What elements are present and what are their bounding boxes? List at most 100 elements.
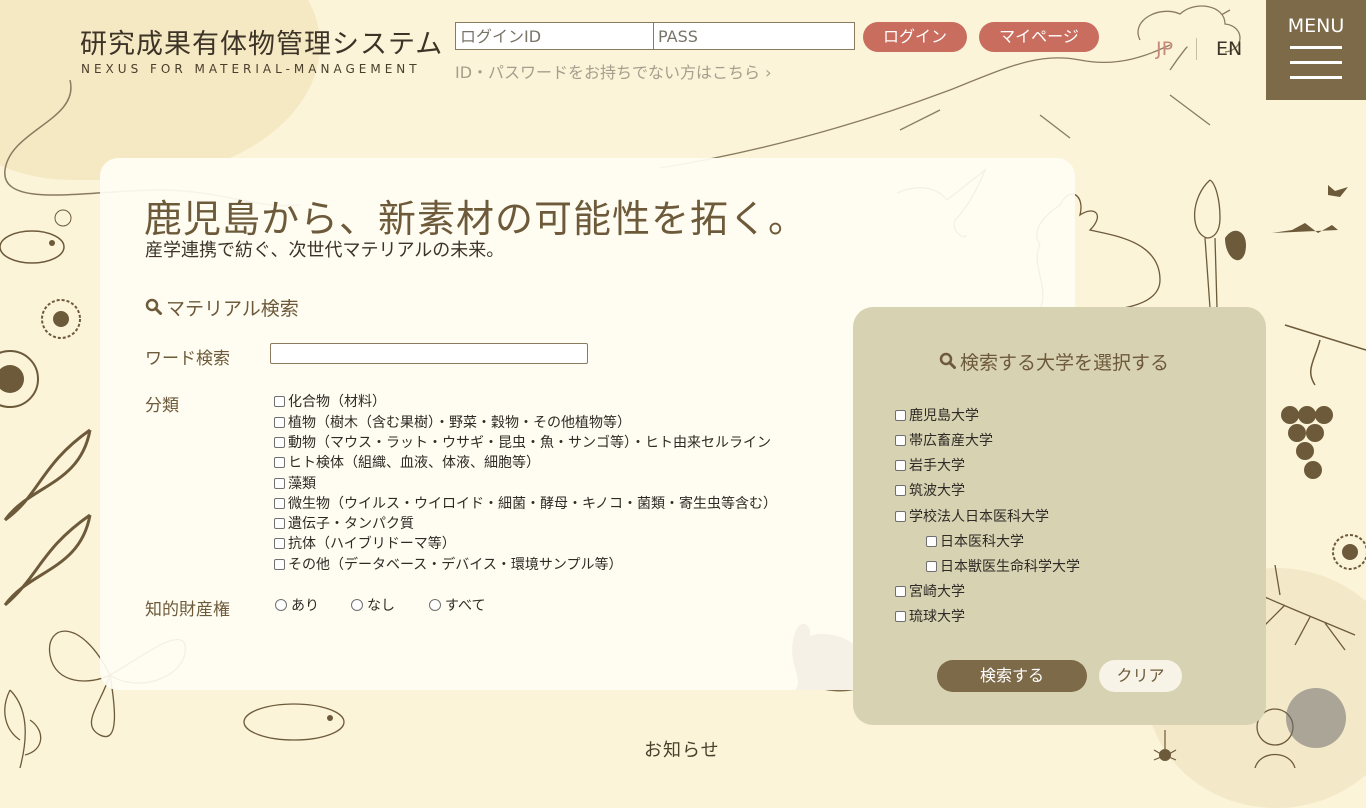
search-button[interactable]: 検索する bbox=[937, 660, 1087, 692]
checkbox[interactable] bbox=[274, 497, 285, 509]
spider-icon bbox=[1150, 730, 1180, 768]
site-title[interactable]: 研究成果有体物管理システム bbox=[80, 22, 443, 61]
checkbox[interactable] bbox=[274, 558, 285, 570]
university-label: 鹿児島大学 bbox=[909, 408, 979, 424]
category-option-label: 動物（マウス・ラット・ウサギ・昆虫・魚・サンゴ等）・ヒト由来セルライン bbox=[288, 435, 771, 451]
university-option[interactable]: 鹿児島大学 bbox=[895, 405, 979, 425]
ip-option-yes[interactable]: あり bbox=[275, 595, 319, 615]
notice-heading: お知らせ bbox=[644, 740, 720, 761]
checkbox[interactable] bbox=[274, 517, 285, 529]
category-option[interactable]: その他（データベース・デバイス・環境サンプル等） bbox=[274, 554, 622, 574]
category-option-label: その他（データベース・デバイス・環境サンプル等） bbox=[288, 557, 623, 573]
university-option[interactable]: 琉球大学 bbox=[895, 606, 965, 626]
login-button[interactable]: ログイン bbox=[863, 22, 967, 52]
checkbox[interactable] bbox=[895, 610, 906, 622]
login-id-input[interactable] bbox=[455, 22, 657, 50]
checkbox[interactable] bbox=[895, 484, 906, 496]
material-search-label: マテリアル検索 bbox=[166, 298, 299, 320]
mypage-button[interactable]: マイページ bbox=[979, 22, 1099, 52]
university-option[interactable]: 宮崎大学 bbox=[895, 581, 965, 601]
hamburger-icon bbox=[1290, 76, 1342, 79]
category-option-label: 植物（樹木（含む果樹）・野菜・穀物・その他植物等） bbox=[288, 415, 631, 431]
university-option[interactable]: 岩手大学 bbox=[895, 455, 965, 475]
university-label: 筑波大学 bbox=[909, 483, 965, 499]
ip-option-label: すべて bbox=[445, 598, 486, 614]
category-option[interactable]: 遺伝子・タンパク質 bbox=[274, 513, 414, 533]
fish-illustration bbox=[236, 690, 356, 750]
hamburger-icon bbox=[1290, 61, 1342, 64]
scroll-top-button[interactable] bbox=[1286, 688, 1346, 748]
checkbox[interactable] bbox=[274, 537, 285, 549]
material-search-title: マテリアル検索 bbox=[145, 294, 299, 321]
checkbox[interactable] bbox=[274, 477, 285, 489]
fish-illustration bbox=[0, 205, 80, 285]
word-search-input[interactable] bbox=[270, 343, 588, 364]
no-account-link[interactable]: ID・パスワードをお持ちでない方はこちら › bbox=[455, 59, 772, 83]
checkbox[interactable] bbox=[895, 459, 906, 471]
hamburger-icon bbox=[1290, 46, 1342, 49]
category-label: 分類 bbox=[145, 396, 179, 416]
university-label: 琉球大学 bbox=[909, 609, 965, 625]
dna-helix-icon bbox=[0, 425, 95, 610]
checkbox[interactable] bbox=[895, 510, 906, 522]
university-option[interactable]: 筑波大学 bbox=[895, 480, 965, 500]
category-option-label: 微生物（ウイルス・ウイロイド・細菌・酵母・キノコ・菌類・寄生虫等含む） bbox=[288, 496, 778, 512]
category-option-label: 遺伝子・タンパク質 bbox=[288, 516, 414, 532]
university-label: 帯広畜産大学 bbox=[909, 433, 993, 449]
university-title-label: 検索する大学を選択する bbox=[960, 352, 1170, 374]
search-icon bbox=[939, 352, 956, 374]
category-option[interactable]: 藻類 bbox=[274, 473, 316, 493]
category-option-label: 化合物（材料） bbox=[288, 394, 386, 410]
checkbox[interactable] bbox=[895, 409, 906, 421]
category-option[interactable]: 動物（マウス・ラット・ウサギ・昆虫・魚・サンゴ等）・ヒト由来セルライン bbox=[274, 432, 771, 452]
password-input[interactable] bbox=[653, 22, 855, 50]
bat-icon bbox=[1270, 175, 1366, 255]
category-option[interactable]: ヒト検体（組織、血液、体液、細胞等） bbox=[274, 452, 540, 472]
menu-button[interactable]: MENU bbox=[1266, 0, 1366, 100]
checkbox[interactable] bbox=[274, 436, 285, 448]
checkbox[interactable] bbox=[274, 416, 285, 428]
radio[interactable] bbox=[275, 599, 287, 611]
checkbox[interactable] bbox=[274, 395, 285, 407]
menu-label: MENU bbox=[1287, 15, 1345, 37]
lang-en-link[interactable]: EN bbox=[1216, 38, 1242, 60]
leaf-illustration bbox=[0, 680, 50, 768]
university-label: 岩手大学 bbox=[909, 458, 965, 474]
category-option[interactable]: 化合物（材料） bbox=[274, 391, 386, 411]
site-subtitle: NEXUS FOR MATERIAL-MANAGEMENT bbox=[81, 62, 421, 76]
word-search-label: ワード検索 bbox=[145, 349, 230, 369]
university-label: 宮崎大学 bbox=[909, 584, 965, 600]
clear-button[interactable]: クリア bbox=[1099, 660, 1182, 692]
checkbox[interactable] bbox=[895, 585, 906, 597]
category-option-label: 藻類 bbox=[288, 476, 316, 492]
checkbox[interactable] bbox=[926, 535, 937, 547]
mushroom-illustration bbox=[1185, 178, 1255, 313]
hero-headline: 鹿児島から、新素材の可能性を拓く。 bbox=[144, 197, 808, 241]
checkbox[interactable] bbox=[895, 434, 906, 446]
search-icon bbox=[145, 298, 162, 320]
checkbox[interactable] bbox=[926, 560, 937, 572]
ip-option-label: あり bbox=[291, 598, 319, 614]
university-option[interactable]: 学校法人日本医科大学 bbox=[895, 506, 1049, 526]
cell-icon bbox=[0, 345, 42, 415]
university-label: 日本獣医生命科学大学 bbox=[940, 559, 1080, 575]
hero-subline: 産学連携で紡ぐ、次世代マテリアルの未来。 bbox=[145, 240, 505, 261]
category-option[interactable]: 植物（樹木（含む果樹）・野菜・穀物・その他植物等） bbox=[274, 412, 631, 432]
radio[interactable] bbox=[429, 599, 441, 611]
checkbox[interactable] bbox=[274, 456, 285, 468]
university-sub-option[interactable]: 日本医科大学 bbox=[926, 531, 1024, 551]
category-option[interactable]: 抗体（ハイブリドーマ等） bbox=[274, 533, 456, 553]
cell-icon bbox=[40, 298, 82, 340]
university-option[interactable]: 帯広畜産大学 bbox=[895, 430, 993, 450]
ip-label: 知的財産権 bbox=[145, 600, 230, 620]
university-sub-option[interactable]: 日本獣医生命科学大学 bbox=[926, 556, 1080, 576]
university-panel-title: 検索する大学を選択する bbox=[939, 348, 1169, 375]
category-option-label: 抗体（ハイブリドーマ等） bbox=[288, 536, 456, 552]
category-option[interactable]: 微生物（ウイルス・ウイロイド・細菌・酵母・キノコ・菌類・寄生虫等含む） bbox=[274, 493, 777, 513]
radio[interactable] bbox=[351, 599, 363, 611]
lang-jp-link[interactable]: JP bbox=[1156, 38, 1173, 60]
ip-option-no[interactable]: なし bbox=[351, 595, 395, 615]
lang-divider bbox=[1196, 38, 1197, 60]
mantis-illustration bbox=[1255, 565, 1365, 655]
ip-option-all[interactable]: すべて bbox=[429, 595, 485, 615]
